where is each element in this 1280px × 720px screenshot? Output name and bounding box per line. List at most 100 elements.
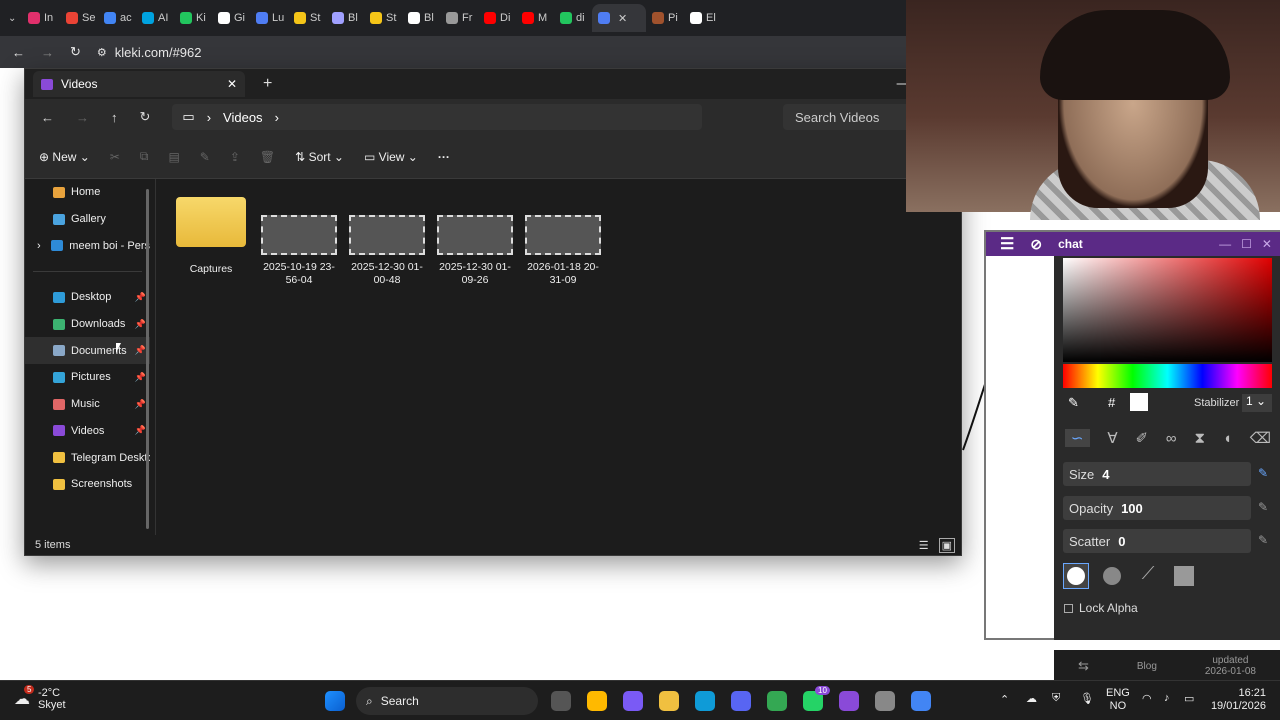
soft-tip-icon[interactable] <box>1099 563 1125 589</box>
menu-icon[interactable]: ☰ <box>1000 234 1014 254</box>
explorer-tab[interactable]: Videos ✕ <box>33 71 245 97</box>
chrome-icon[interactable] <box>767 691 787 711</box>
browser-tab[interactable]: In <box>22 4 60 32</box>
pin-icon[interactable]: 📌 <box>135 319 146 330</box>
settings-icon[interactable] <box>875 691 895 711</box>
large-icons-view-icon[interactable]: ▣ <box>938 537 955 553</box>
share-icon[interactable]: ⇪ <box>230 150 240 164</box>
pin-icon[interactable]: 📌 <box>135 292 146 303</box>
opacity-pressure-icon[interactable]: ✎ <box>1258 500 1268 514</box>
file-icon[interactable] <box>551 691 571 711</box>
color-picker-square[interactable] <box>1063 258 1272 362</box>
cut-icon[interactable]: ✂ <box>110 150 120 164</box>
site-info-icon[interactable]: ⚙ <box>97 46 107 59</box>
stabilizer-select[interactable]: 1 ⌄ <box>1242 394 1272 412</box>
battery-icon[interactable]: ▭ <box>1184 692 1194 705</box>
volume-icon[interactable]: ♪ <box>1164 692 1170 704</box>
paste-icon[interactable]: ▤ <box>168 150 179 164</box>
view-button[interactable]: ▭ View ⌄ <box>364 150 418 164</box>
scatter-pressure-icon[interactable]: ✎ <box>1258 533 1268 547</box>
file-item[interactable]: 2025-12-30 01-00-48 <box>346 193 428 287</box>
rename-icon[interactable]: ✎ <box>200 150 210 164</box>
browser-tab[interactable]: Lu <box>250 4 288 32</box>
edge-icon[interactable] <box>695 691 715 711</box>
start-icon[interactable] <box>325 691 345 711</box>
sidebar-item[interactable]: Music 📌 <box>25 391 150 418</box>
chisel-tip-icon[interactable]: ⟋ <box>1135 563 1161 589</box>
chat-icon[interactable] <box>839 691 859 711</box>
file-item[interactable]: Captures <box>170 193 252 276</box>
pin-icon[interactable]: 📌 <box>135 425 146 436</box>
taskbar-search[interactable]: ⌕ Search <box>356 687 538 715</box>
file-item[interactable]: 2025-12-30 01-09-26 <box>434 193 516 287</box>
sidebar-item[interactable]: Screenshots <box>25 471 150 498</box>
blend-brush-icon[interactable]: ∀ <box>1107 429 1117 447</box>
sidebar-item[interactable]: Gallery <box>25 206 150 233</box>
pane-divider[interactable] <box>155 179 156 535</box>
more-options-icon[interactable]: ··· <box>438 150 450 164</box>
color-swatch[interactable] <box>1130 393 1148 411</box>
chrome-alt-icon[interactable] <box>911 691 931 711</box>
breadcrumb[interactable]: ▭ › Videos › <box>172 104 703 130</box>
browser-tab[interactable]: Ki <box>174 4 212 32</box>
sidebar-item[interactable]: Home <box>25 179 150 206</box>
file-item[interactable]: 2026-01-18 20-31-09 <box>522 193 604 287</box>
blog-link[interactable]: Blog <box>1137 661 1157 672</box>
browser-tab[interactable]: Bl <box>326 4 364 32</box>
refresh-icon[interactable]: ↻ <box>140 109 151 125</box>
new-button[interactable]: ⊕ New ⌄ <box>39 150 90 164</box>
copy-icon[interactable]: ⧉ <box>140 149 149 164</box>
eyedropper-icon[interactable]: ✎ <box>1068 395 1079 411</box>
forward-icon[interactable]: → <box>41 45 54 60</box>
scatter-slider[interactable]: Scatter 0 <box>1063 529 1251 553</box>
browser-tab[interactable]: AI <box>136 4 174 32</box>
pixel-brush-icon[interactable]: ∞ <box>1166 430 1177 447</box>
sidebar-item[interactable]: Desktop 📌 <box>25 284 150 311</box>
browser-tab[interactable]: St <box>364 4 402 32</box>
expand-chevron-icon[interactable]: › <box>37 240 45 252</box>
pin-icon[interactable]: 📌 <box>135 345 146 356</box>
browser-tab[interactable]: di <box>554 4 592 32</box>
tab-list-chevron-icon[interactable]: ⌄ <box>8 13 22 24</box>
swap-icon[interactable]: ⇆ <box>1078 658 1089 674</box>
forward-arrow-icon[interactable]: → <box>76 110 89 125</box>
lock-alpha-checkbox[interactable]: Lock Alpha <box>1064 601 1138 615</box>
round-tip-icon[interactable] <box>1063 563 1089 589</box>
sidebar-item[interactable]: Pictures 📌 <box>25 364 150 391</box>
sidebar-item[interactable]: Telegram Deskto <box>25 444 150 471</box>
back-arrow-icon[interactable]: ← <box>41 110 54 125</box>
file-explorer-icon[interactable] <box>659 691 679 711</box>
sidebar-item[interactable]: Documents 📌 <box>25 337 150 365</box>
browser-tab[interactable]: ✕ <box>592 4 646 32</box>
sort-button[interactable]: ⇅ Sort ⌄ <box>295 150 344 164</box>
new-tab-icon[interactable]: + <box>263 75 272 93</box>
browser-tab[interactable]: M <box>516 4 554 32</box>
copilot-app-icon[interactable] <box>623 691 643 711</box>
browser-tab[interactable]: St <box>288 4 326 32</box>
browser-tab[interactable]: Fr <box>440 4 478 32</box>
browser-tab[interactable]: El <box>684 4 722 32</box>
reload-icon[interactable]: ↻ <box>70 44 81 60</box>
pin-icon[interactable]: 📌 <box>135 399 146 410</box>
close-tab-icon[interactable]: ✕ <box>618 12 627 25</box>
pen-brush-icon[interactable]: ∽ <box>1064 429 1090 447</box>
no-tool-icon[interactable]: ⊘ <box>1030 236 1042 253</box>
sidebar-scrollbar[interactable] <box>146 189 149 529</box>
browser-tab[interactable]: Pi <box>646 4 684 32</box>
window-controls[interactable]: — ☐ ✕ <box>1219 237 1272 251</box>
breadcrumb-videos[interactable]: Videos <box>223 110 263 125</box>
hex-button[interactable]: # <box>1108 395 1115 410</box>
browser-tab[interactable]: Bl <box>402 4 440 32</box>
chemy-brush-icon[interactable]: ⧗ <box>1194 430 1205 447</box>
browser-tab[interactable]: Di <box>478 4 516 32</box>
mic-icon[interactable]: 🎙 <box>1080 692 1094 705</box>
wifi-icon[interactable]: ◠ <box>1142 692 1152 705</box>
url-field[interactable]: kleki.com/#962 <box>115 45 202 60</box>
browser-tab[interactable]: Gi <box>212 4 250 32</box>
sidebar-item[interactable]: Downloads 📌 <box>25 311 150 338</box>
hue-slider[interactable] <box>1063 364 1272 388</box>
pin-icon[interactable]: 📌 <box>135 372 146 383</box>
clock[interactable]: 16:21 19/01/2026 <box>1210 687 1266 713</box>
onedrive-icon[interactable]: ☁ <box>1026 692 1037 705</box>
sidebar-item[interactable]: › meem boi - Pers <box>25 232 150 259</box>
